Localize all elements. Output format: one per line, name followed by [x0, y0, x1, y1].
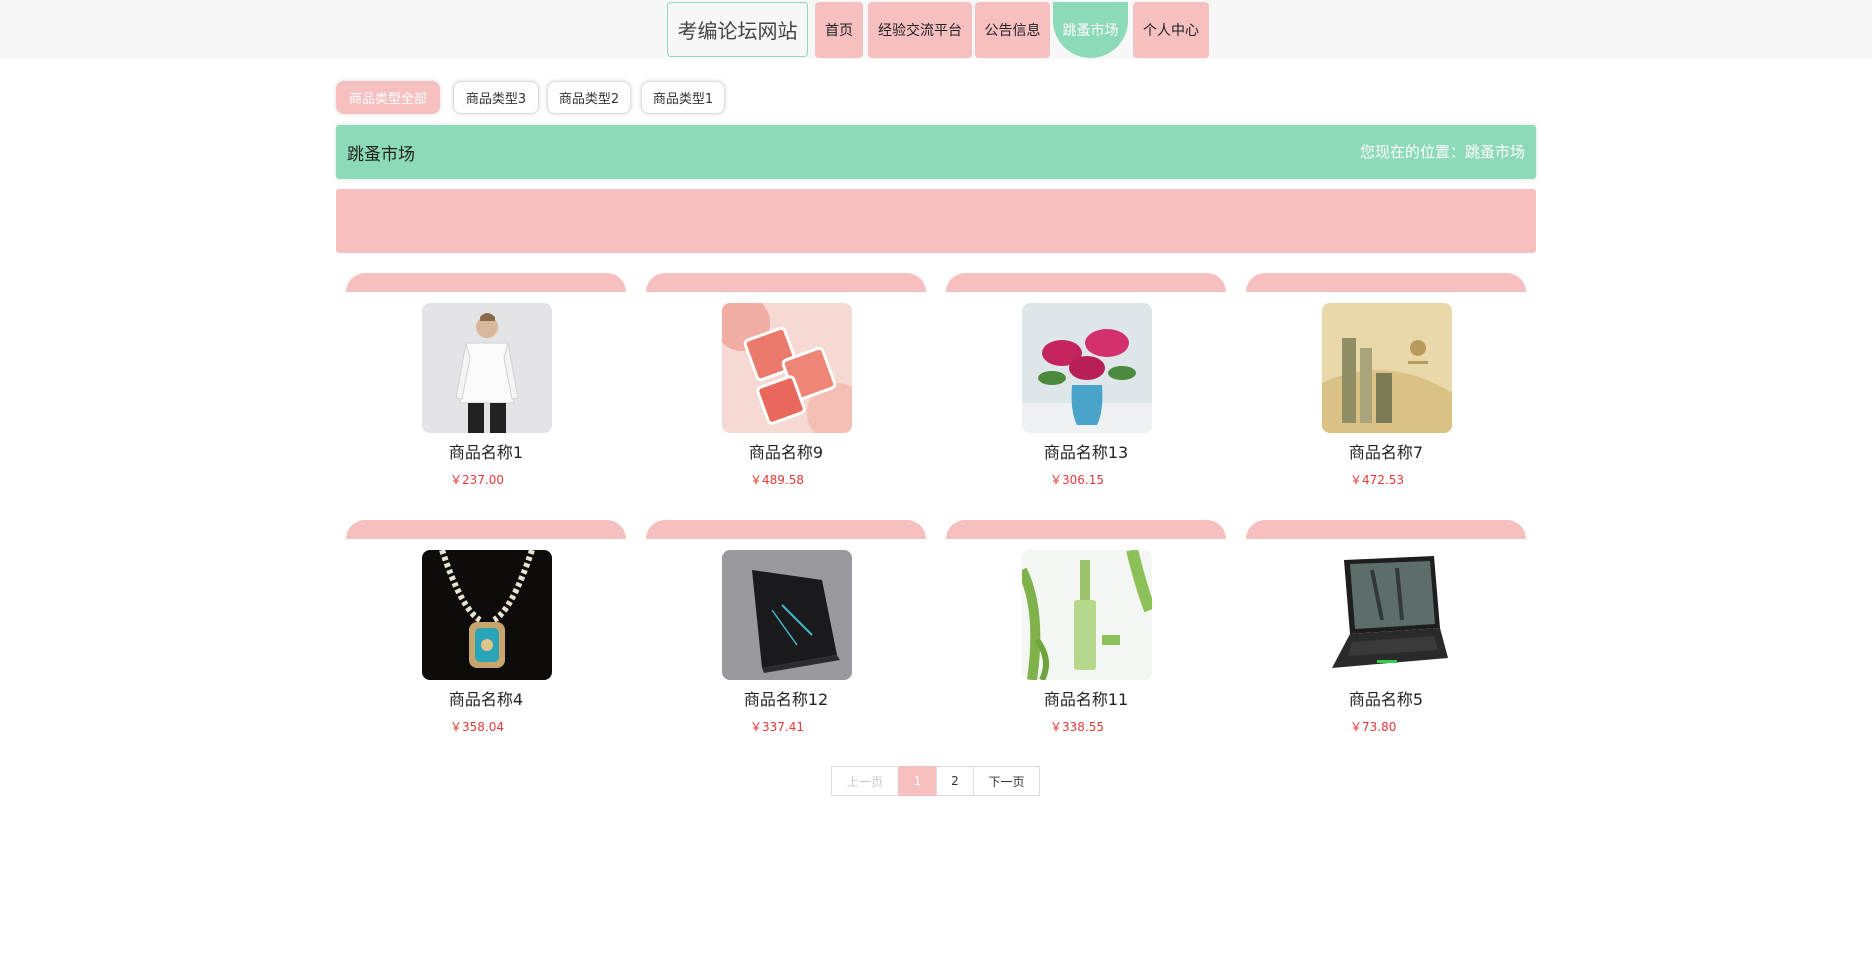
category-all-chip[interactable]: 商品类型全部	[336, 81, 440, 114]
product-card[interactable]: 商品名称13 ￥306.15	[946, 273, 1226, 505]
card-header-cap	[646, 520, 926, 539]
product-card[interactable]: 商品名称11 ￥338.55	[946, 520, 1226, 752]
page-1-button[interactable]: 1	[898, 766, 937, 796]
card-header-cap	[1246, 520, 1526, 539]
product-price: ￥337.41	[750, 720, 804, 734]
category-type3-chip[interactable]: 商品类型3	[453, 81, 539, 114]
product-name[interactable]: 商品名称13	[946, 439, 1226, 463]
lily-vase-photo-icon[interactable]	[1022, 303, 1152, 433]
banner-strip	[336, 189, 1536, 253]
product-card[interactable]: 商品名称1 ￥237.00	[346, 273, 626, 505]
nav-personal-center[interactable]: 个人中心	[1133, 2, 1209, 58]
card-header-cap	[1246, 273, 1526, 292]
product-card[interactable]: 商品名称5 ￥73.80	[1246, 520, 1526, 752]
jade-pendant-necklace-photo-icon[interactable]	[422, 550, 552, 680]
category-type1-chip[interactable]: 商品类型1	[641, 81, 725, 114]
product-price: ￥489.58	[750, 473, 804, 487]
card-header-cap	[346, 520, 626, 539]
product-card[interactable]: 商品名称7 ￥472.53	[1246, 273, 1526, 505]
product-name[interactable]: 商品名称7	[1246, 439, 1526, 463]
product-price: ￥358.04	[450, 720, 504, 734]
product-price: ￥306.15	[1050, 473, 1104, 487]
product-name[interactable]: 商品名称12	[646, 686, 926, 710]
product-price: ￥338.55	[1050, 720, 1104, 734]
product-name[interactable]: 商品名称9	[646, 439, 926, 463]
product-name[interactable]: 商品名称11	[946, 686, 1226, 710]
product-card[interactable]: 商品名称4 ￥358.04	[346, 520, 626, 752]
product-card[interactable]: 商品名称9 ￥489.58	[646, 273, 926, 505]
product-name[interactable]: 商品名称1	[346, 439, 626, 463]
black-laptop-photo-icon[interactable]	[722, 550, 852, 680]
blush-compact-photo-icon[interactable]	[722, 303, 852, 433]
card-header-cap	[646, 273, 926, 292]
card-header-cap	[946, 273, 1226, 292]
cosmetics-set-photo-icon[interactable]	[1322, 303, 1452, 433]
nav-announcements[interactable]: 公告信息	[975, 2, 1050, 58]
site-title[interactable]: 考编论坛网站	[667, 2, 808, 57]
product-card[interactable]: 商品名称12 ￥337.41	[646, 520, 926, 752]
page-2-button[interactable]: 2	[936, 766, 974, 796]
product-price: ￥73.80	[1350, 720, 1397, 734]
page-title: 跳蚤市场	[347, 145, 415, 165]
nav-home[interactable]: 首页	[815, 2, 863, 58]
prev-page-button[interactable]: 上一页	[831, 766, 899, 796]
gaming-laptop-photo-icon[interactable]	[1322, 550, 1452, 680]
product-price: ￥237.00	[450, 473, 504, 487]
white-shirt-model-photo-icon[interactable]	[422, 303, 552, 433]
product-name[interactable]: 商品名称5	[1246, 686, 1526, 710]
green-skincare-photo-icon[interactable]	[1022, 550, 1152, 680]
product-name[interactable]: 商品名称4	[346, 686, 626, 710]
category-type2-chip[interactable]: 商品类型2	[547, 81, 631, 114]
product-price: ￥472.53	[1350, 473, 1404, 487]
card-header-cap	[946, 520, 1226, 539]
nav-experience-forum[interactable]: 经验交流平台	[868, 2, 972, 58]
breadcrumb-location: 您现在的位置：跳蚤市场	[1359, 143, 1525, 161]
breadcrumb-bar: 跳蚤市场 您现在的位置：跳蚤市场	[336, 125, 1536, 179]
pagination: 上一页 1 2 下一页	[831, 766, 1040, 796]
card-header-cap	[346, 273, 626, 292]
next-page-button[interactable]: 下一页	[973, 766, 1040, 796]
